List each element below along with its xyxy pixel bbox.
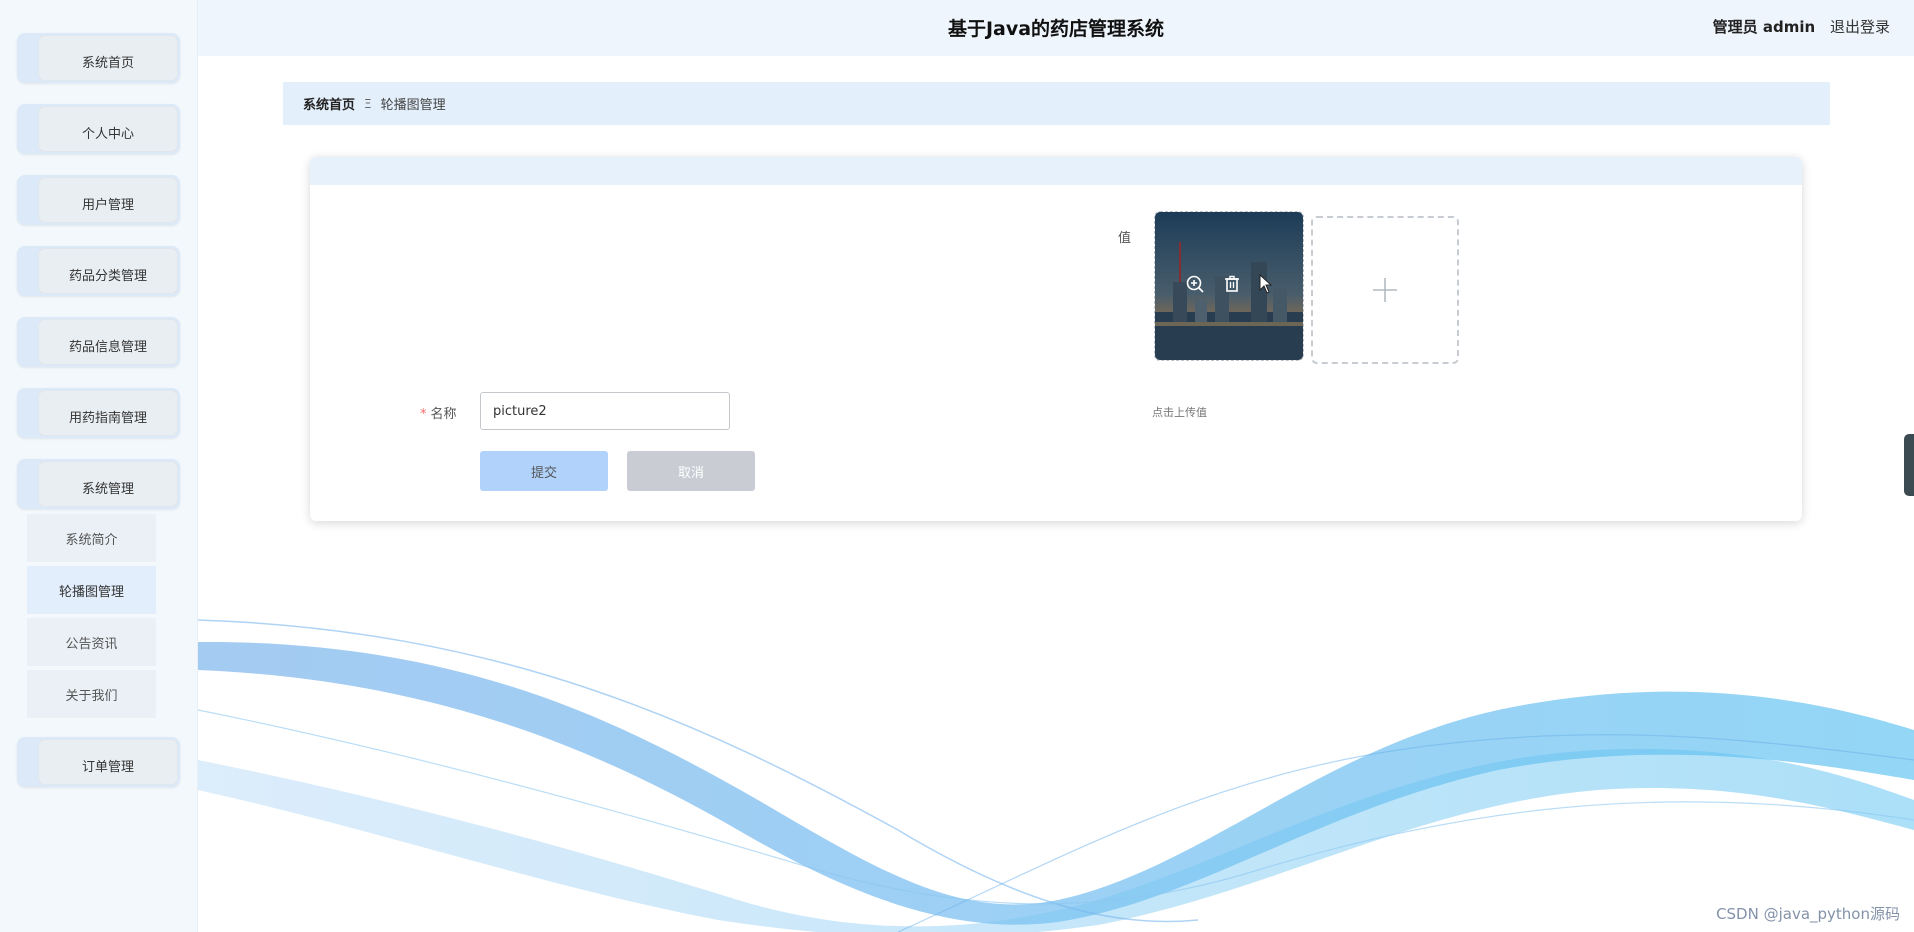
user-area: 管理员 admin 退出登录 [1713,16,1890,37]
sidebar-item-label: 用药指南管理 [38,390,178,436]
value-label: 值 [1118,231,1132,246]
submenu-item-system-intro[interactable]: 系统简介 [27,514,156,564]
card-header [310,157,1802,185]
delete-icon[interactable] [1222,274,1242,298]
mouse-cursor-icon [1259,273,1273,298]
sidebar-item-drug-info[interactable]: 药品信息管理 [17,317,180,367]
sidebar: 系统首页 个人中心 用户管理 药品分类管理 药品信息管理 用药指南管理 系统管理… [0,0,198,932]
sidebar-item-user-management[interactable]: 用户管理 [17,175,180,225]
sidebar-item-label: 药品分类管理 [38,248,178,294]
sidebar-item-label: 系统首页 [38,35,178,81]
sidebar-item-order-management[interactable]: 订单管理 [17,737,180,787]
submenu-item-carousel[interactable]: 轮播图管理 [27,566,156,616]
submenu-item-about-us[interactable]: 关于我们 [27,670,156,720]
name-input[interactable] [480,392,730,430]
top-bar: 基于Java的药店管理系统 管理员 admin 退出登录 [198,0,1914,56]
sidebar-item-home[interactable]: 系统首页 [17,33,180,83]
breadcrumb-separator-icon: Ξ [364,96,372,111]
logout-link[interactable]: 退出登录 [1830,18,1890,36]
uploaded-image-thumbnail[interactable] [1154,211,1304,361]
sidebar-item-label: 订单管理 [38,739,178,785]
name-label: * 名称 [420,403,457,422]
zoom-in-icon[interactable] [1185,274,1205,298]
submenu-item-announcements[interactable]: 公告资讯 [27,618,156,668]
background-waves [198,619,1914,932]
upload-button[interactable] [1311,216,1459,364]
submenu-item-label: 系统简介 [65,532,118,548]
watermark: CSDN @java_python源码 [1716,905,1900,923]
sidebar-item-medication-guide[interactable]: 用药指南管理 [17,388,180,438]
sidebar-item-system-management[interactable]: 系统管理 [17,459,180,509]
submenu-item-label: 关于我们 [65,688,118,704]
breadcrumb: 系统首页 Ξ 轮播图管理 [283,82,1830,125]
sidebar-item-label: 系统管理 [38,461,178,507]
submenu-item-label: 轮播图管理 [58,584,124,600]
thumbnail-actions [1155,273,1303,298]
upload-tip: 点击上传值 [1152,406,1207,419]
sidebar-item-label: 药品信息管理 [38,319,178,365]
sidebar-item-label: 个人中心 [38,106,178,152]
user-role: 管理员 admin [1712,18,1816,36]
breadcrumb-home[interactable]: 系统首页 [303,94,355,113]
app-title: 基于Java的药店管理系统 [947,18,1165,40]
breadcrumb-current: 轮播图管理 [380,98,446,113]
cancel-button[interactable]: 取消 [627,451,755,491]
submenu-item-label: 公告资讯 [65,636,118,652]
submit-button[interactable]: 提交 [480,451,608,491]
sidebar-item-personal-center[interactable]: 个人中心 [17,104,180,154]
form-card: 值 * 名称 picture2 点击上传值 提交 取消 [310,157,1802,521]
sidebar-item-drug-category[interactable]: 药品分类管理 [17,246,180,296]
name-label-text: 名称 [430,407,457,422]
required-asterisk: * [420,407,427,422]
plus-icon [1373,278,1397,302]
sidebar-item-label: 用户管理 [38,177,178,223]
side-handle[interactable] [1904,434,1914,496]
